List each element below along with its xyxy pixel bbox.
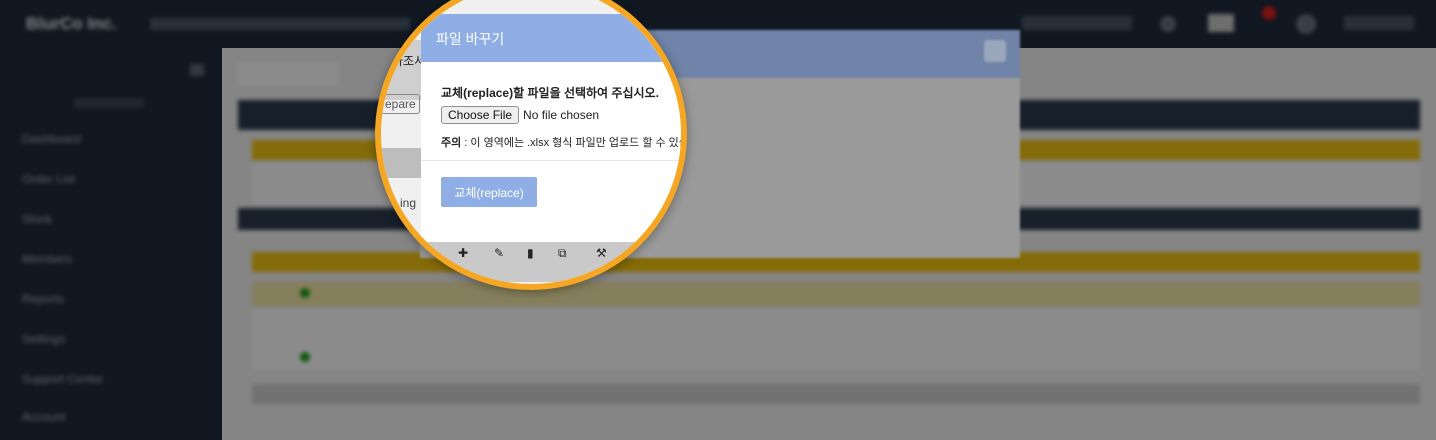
replace-file-modal: 파일 바꾸기 교체(replace)할 파일을 선택하여 주십시오. Choos… — [421, 14, 687, 242]
modal-title: 파일 바꾸기 — [436, 31, 505, 47]
export-icon[interactable]: ⧉ — [558, 246, 567, 261]
screen: BlurCo Inc. Dashboard Order List Stock M… — [0, 0, 1436, 440]
pencil-icon[interactable]: ✎ — [494, 246, 504, 260]
tool-icon[interactable]: ⚒ — [596, 246, 607, 260]
compare-fragment[interactable]: epare — [381, 94, 420, 114]
document-icon[interactable]: ▮ — [527, 246, 534, 260]
plus-icon[interactable]: ✚ — [458, 246, 468, 260]
modal-header: 파일 바꾸기 — [421, 14, 681, 62]
magnifier-lens: 사조서 epare ing ✚ ✎ ▮ ⧉ ⚒ 파일 바꾸기 교체(replac… — [375, 0, 687, 290]
file-status-text: No file chosen — [523, 108, 600, 122]
close-icon[interactable] — [984, 40, 1006, 62]
modal-divider — [421, 160, 681, 161]
format-note: 주의 : 이 영역에는 .xlsx 형식 파일만 업로드 할 수 있습니다. — [441, 137, 687, 149]
instruction-text: 교체(replace)할 파일을 선택하여 주십시오. — [441, 86, 659, 100]
bottom-fragment: ing — [400, 196, 417, 210]
replace-button[interactable]: 교체(replace) — [441, 177, 537, 207]
file-input[interactable]: Choose File No file chosen — [441, 106, 599, 124]
choose-file-button[interactable]: Choose File — [441, 106, 520, 124]
